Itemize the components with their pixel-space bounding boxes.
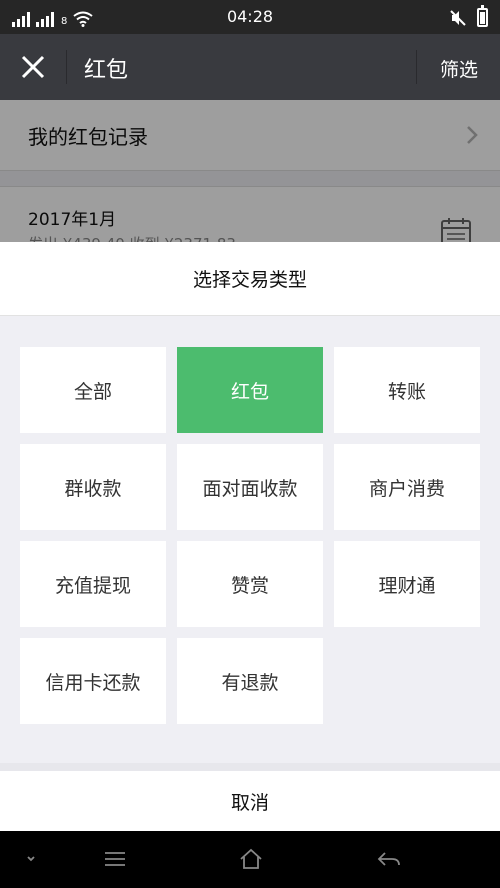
page-title: 红包	[84, 58, 129, 83]
status-bar: 8 04:28	[0, 0, 500, 34]
chevron-right-icon	[467, 126, 478, 144]
option-reward[interactable]: 赞赏	[177, 541, 323, 627]
option-transfer[interactable]: 转账	[334, 347, 480, 433]
my-red-packet-records-row[interactable]: 我的红包记录	[0, 100, 500, 171]
background-content: 我的红包记录 2017年1月 发出 ¥439.40 收到 ¥2371.83	[0, 100, 500, 267]
home-icon[interactable]	[238, 847, 264, 871]
option-group-collection[interactable]: 群收款	[20, 444, 166, 530]
nav-bar: 红包 筛选	[0, 34, 500, 100]
filter-button[interactable]: 筛选	[440, 55, 478, 82]
chevron-down-icon[interactable]	[18, 847, 44, 871]
nav-divider	[66, 50, 67, 84]
status-right	[449, 5, 488, 27]
cancel-button[interactable]: 取消	[0, 763, 500, 831]
records-label: 我的红包记录	[28, 125, 148, 149]
menu-icon[interactable]	[102, 847, 128, 871]
option-topup-withdraw[interactable]: 充值提现	[20, 541, 166, 627]
month-label: 2017年1月	[28, 210, 117, 230]
system-nav-bar	[0, 831, 500, 888]
sheet-title: 选择交易类型	[192, 269, 307, 291]
back-icon[interactable]	[376, 847, 402, 871]
mute-icon	[450, 9, 466, 26]
option-wealth-management[interactable]: 理财通	[334, 541, 480, 627]
transaction-type-sheet: 选择交易类型 全部 红包 转账 群收款 面对面收款 商户消费 充值提现 赞赏 理…	[0, 242, 500, 831]
option-red-packet[interactable]: 红包	[177, 347, 323, 433]
close-icon[interactable]	[20, 54, 46, 80]
status-time: 04:28	[226, 7, 274, 26]
option-grid: 全部 红包 转账 群收款 面对面收款 商户消费 充值提现 赞赏 理财通 信用卡还…	[20, 347, 481, 724]
option-face-to-face-collection[interactable]: 面对面收款	[177, 444, 323, 530]
cancel-label: 取消	[230, 791, 269, 814]
sheet-header: 选择交易类型	[0, 242, 500, 316]
battery-icon	[477, 5, 488, 27]
nav-divider	[416, 50, 417, 84]
option-credit-card-repayment[interactable]: 信用卡还款	[20, 638, 166, 724]
option-refund[interactable]: 有退款	[177, 638, 323, 724]
screen: 8 04:28 红包 筛选 我的红包记录 2017年1月 选择交易类型 全部 红…	[0, 0, 500, 888]
option-merchant-spending[interactable]: 商户消费	[334, 444, 480, 530]
option-all[interactable]: 全部	[20, 347, 166, 433]
